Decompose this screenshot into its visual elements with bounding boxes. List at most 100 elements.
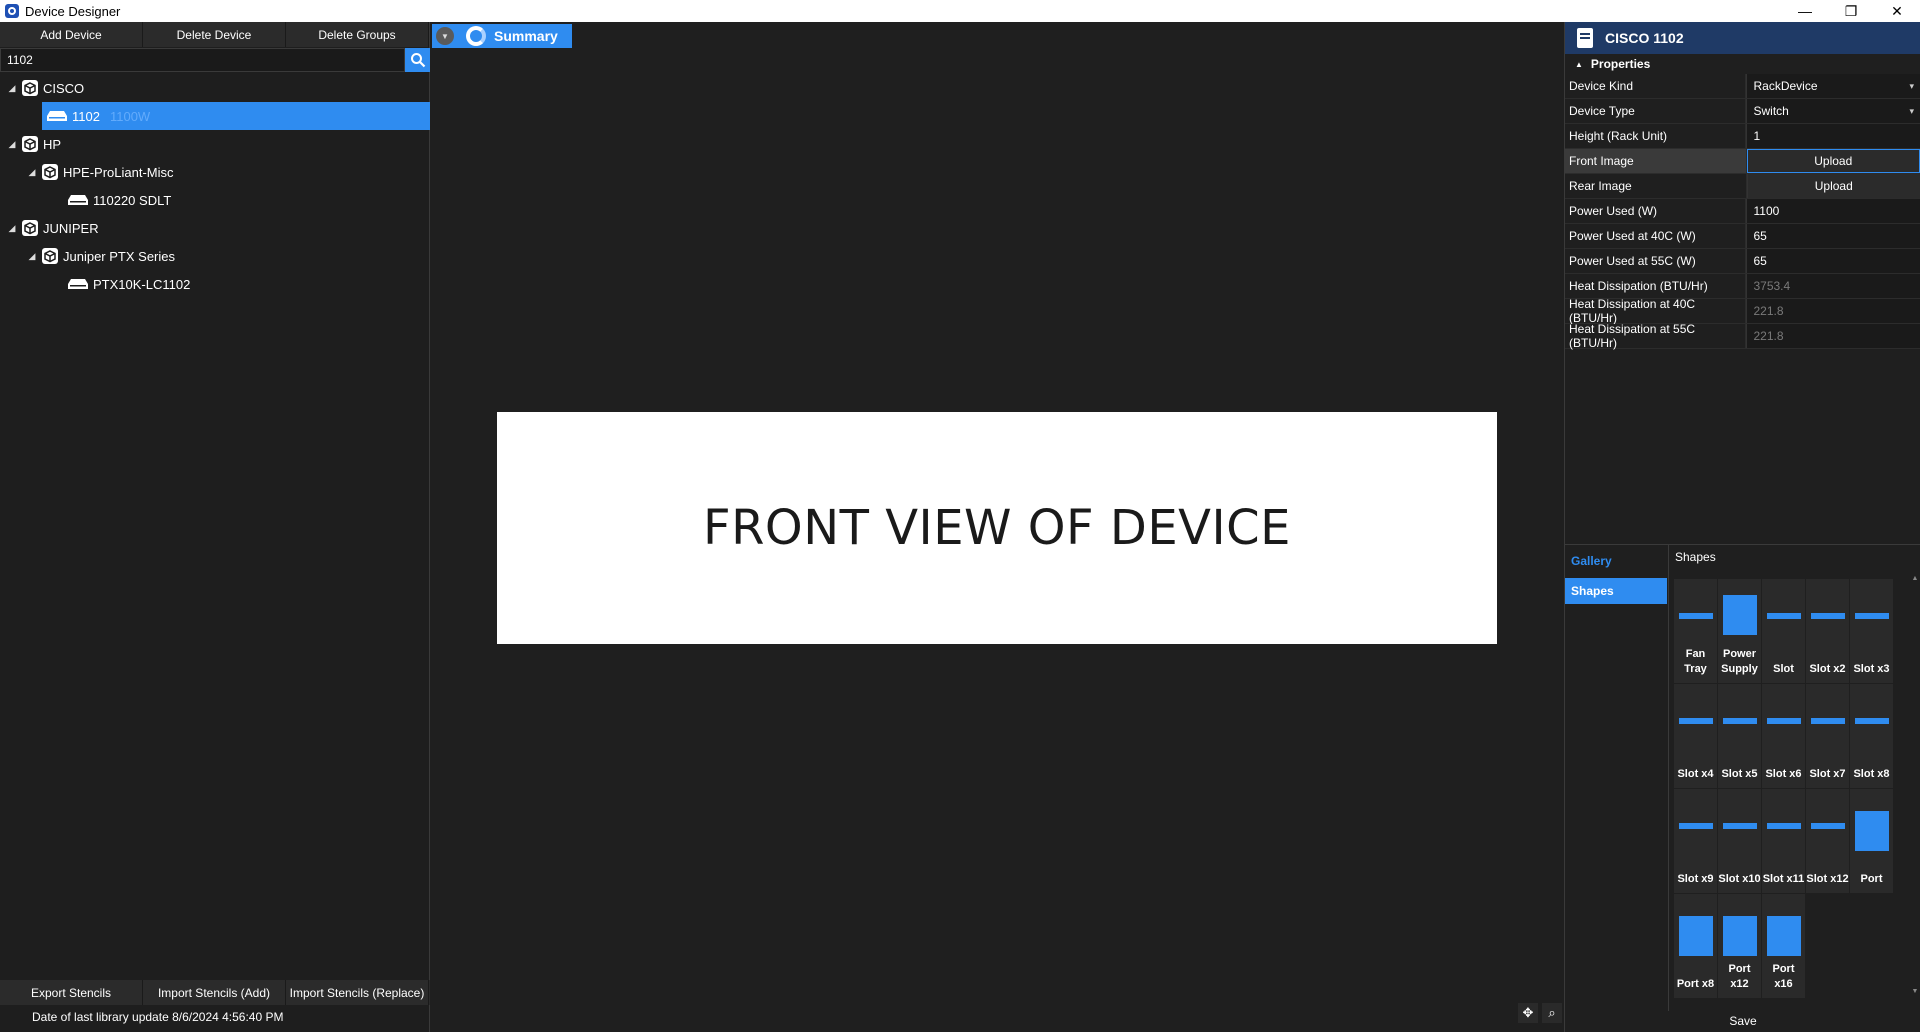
shape-label: Slot x9 xyxy=(1677,873,1714,885)
gallery-shapes-item[interactable]: Shapes xyxy=(1565,578,1667,604)
shape-label: Fan Tray xyxy=(1684,648,1707,675)
expand-arrow-icon[interactable]: ◢ xyxy=(7,223,17,234)
shape-port[interactable]: Port xyxy=(1850,789,1893,893)
export-stencils-button[interactable]: Export Stencils xyxy=(0,980,143,1005)
tree-label: HPE-ProLiant-Misc xyxy=(63,164,174,180)
import-stencils-add-button[interactable]: Import Stencils (Add) xyxy=(143,980,286,1005)
shape-bar-icon xyxy=(1810,823,1845,829)
tree-node-110220[interactable]: 110220 SDLT xyxy=(0,186,430,214)
prop-name: Front Image xyxy=(1565,149,1747,173)
pan-icon[interactable]: ✥ xyxy=(1518,1003,1538,1023)
shape-slot-x4[interactable]: Slot x4 xyxy=(1674,684,1717,788)
device-type-select[interactable]: Switch xyxy=(1746,99,1920,123)
device-kind-select[interactable]: RackDevice xyxy=(1746,74,1920,98)
zoom-icon[interactable]: ⌕ xyxy=(1542,1003,1562,1023)
shape-label: Slot x5 xyxy=(1721,768,1758,780)
shape-label: Slot x12 xyxy=(1806,873,1849,885)
port-square-icon xyxy=(1722,916,1757,956)
tree-node-juniper-ptx[interactable]: ◢ Juniper PTX Series xyxy=(0,242,430,270)
prop-name: Device Kind xyxy=(1565,74,1747,98)
tree-node-1102[interactable]: 1102 1100W xyxy=(42,102,430,130)
shape-slot-x7[interactable]: Slot x7 xyxy=(1806,684,1849,788)
chevron-down-icon[interactable]: ▼ xyxy=(436,27,454,45)
power-40c-field[interactable]: 65 xyxy=(1746,224,1920,248)
expand-arrow-icon[interactable]: ◢ xyxy=(7,83,17,94)
shape-power-supply[interactable]: Power Supply xyxy=(1718,579,1761,683)
shapes-title: Shapes xyxy=(1675,550,1716,564)
tree-label: 110220 SDLT xyxy=(93,192,172,208)
summary-tab[interactable]: ▼ Summary xyxy=(432,24,572,48)
shape-port-x8[interactable]: Port x8 xyxy=(1674,894,1717,998)
gallery-header[interactable]: Gallery xyxy=(1565,548,1667,574)
shape-slot-x8[interactable]: Slot x8 xyxy=(1850,684,1893,788)
shape-slot-x2[interactable]: Slot x2 xyxy=(1806,579,1849,683)
shape-label: Slot x7 xyxy=(1809,768,1846,780)
rack-device-icon xyxy=(47,111,67,121)
minimize-button[interactable]: — xyxy=(1782,0,1828,22)
prop-device-kind: Device Kind RackDevice xyxy=(1565,74,1920,99)
scroll-up-icon[interactable]: ▲ xyxy=(1911,575,1919,582)
shape-slot-x10[interactable]: Slot x10 xyxy=(1718,789,1761,893)
power-55c-field[interactable]: 65 xyxy=(1746,249,1920,273)
expand-arrow-icon[interactable]: ◢ xyxy=(27,251,37,262)
delete-groups-button[interactable]: Delete Groups xyxy=(286,22,429,47)
prop-name: Rear Image xyxy=(1565,174,1747,198)
group-box-icon xyxy=(42,248,58,264)
tree-node-juniper[interactable]: ◢ JUNIPER xyxy=(0,214,430,242)
delete-device-button[interactable]: Delete Device xyxy=(143,22,286,47)
shape-slot-x11[interactable]: Slot x11 xyxy=(1762,789,1805,893)
front-image-upload-button[interactable]: Upload xyxy=(1746,149,1920,173)
shape-slot-x6[interactable]: Slot x6 xyxy=(1762,684,1805,788)
properties-section-header[interactable]: ▲ Properties xyxy=(1565,54,1920,74)
add-device-button[interactable]: Add Device xyxy=(0,22,143,47)
shape-label: Port x8 xyxy=(1676,978,1715,990)
port-square-icon xyxy=(1854,811,1889,851)
device-tree: ◢ CISCO 1102 1100W ◢ HP ◢ HPE-ProLiant-M… xyxy=(0,74,430,298)
group-box-icon xyxy=(22,80,38,96)
prop-name: Device Type xyxy=(1565,99,1747,123)
shape-bar-icon xyxy=(1766,613,1801,619)
shape-label: Port x12 xyxy=(1728,963,1751,990)
heat-40c-field: 221.8 xyxy=(1746,299,1920,323)
expand-arrow-icon[interactable]: ◢ xyxy=(7,139,17,150)
power-used-field[interactable]: 1100 xyxy=(1746,199,1920,223)
device-front-view[interactable]: FRONT VIEW OF DEVICE xyxy=(497,412,1497,644)
collapse-arrow-icon[interactable]: ▲ xyxy=(1575,60,1583,69)
prop-power-40c: Power Used at 40C (W) 65 xyxy=(1565,224,1920,249)
shape-slot-x3[interactable]: Slot x3 xyxy=(1850,579,1893,683)
close-button[interactable]: ✕ xyxy=(1874,0,1920,22)
shape-port-x16[interactable]: Port x16 xyxy=(1762,894,1805,998)
shape-label: Port x16 xyxy=(1772,963,1795,990)
prop-power-55c: Power Used at 55C (W) 65 xyxy=(1565,249,1920,274)
shape-gallery: Gallery Shapes Shapes Fan Tray Power Sup… xyxy=(1565,544,1920,1011)
prop-name: Heat Dissipation at 55C (BTU/Hr) xyxy=(1565,322,1747,350)
prop-front-image: Front Image Upload xyxy=(1565,149,1920,174)
search-input[interactable] xyxy=(0,48,405,72)
tree-node-ptx10k[interactable]: PTX10K-LC1102 xyxy=(0,270,430,298)
shape-label: Slot x11 xyxy=(1762,873,1805,885)
tree-node-hpe-proliant[interactable]: ◢ HPE-ProLiant-Misc xyxy=(0,158,430,186)
tree-node-cisco[interactable]: ◢ CISCO xyxy=(0,74,430,102)
shape-slot-x9[interactable]: Slot x9 xyxy=(1674,789,1717,893)
shape-fan-tray[interactable]: Fan Tray xyxy=(1674,579,1717,683)
shapes-panel: Shapes Fan Tray Power Supply Slot Slot x… xyxy=(1668,545,1920,1011)
search-button[interactable] xyxy=(405,48,430,72)
expand-arrow-icon[interactable]: ◢ xyxy=(27,167,37,178)
shape-slot-x5[interactable]: Slot x5 xyxy=(1718,684,1761,788)
library-panel: Add Device Delete Device Delete Groups ◢… xyxy=(0,22,430,1032)
shape-label: Slot x8 xyxy=(1853,768,1890,780)
prop-rear-image: Rear Image Upload xyxy=(1565,174,1920,199)
prop-name: Height (Rack Unit) xyxy=(1565,124,1747,148)
shape-slot-x12[interactable]: Slot x12 xyxy=(1806,789,1849,893)
scroll-down-icon[interactable]: ▼ xyxy=(1911,988,1919,995)
height-field[interactable]: 1 xyxy=(1746,124,1920,148)
shape-slot[interactable]: Slot xyxy=(1762,579,1805,683)
import-stencils-replace-button[interactable]: Import Stencils (Replace) xyxy=(286,980,429,1005)
shape-port-x12[interactable]: Port x12 xyxy=(1718,894,1761,998)
device-header: CISCO 1102 xyxy=(1565,22,1920,54)
tree-node-hp[interactable]: ◢ HP xyxy=(0,130,430,158)
save-button[interactable]: Save xyxy=(1565,1010,1920,1032)
gallery-scrollbar[interactable]: ▲ ▼ xyxy=(1911,575,1919,1005)
maximize-button[interactable]: ❐ xyxy=(1828,0,1874,22)
rear-image-upload-button[interactable]: Upload xyxy=(1746,174,1920,198)
